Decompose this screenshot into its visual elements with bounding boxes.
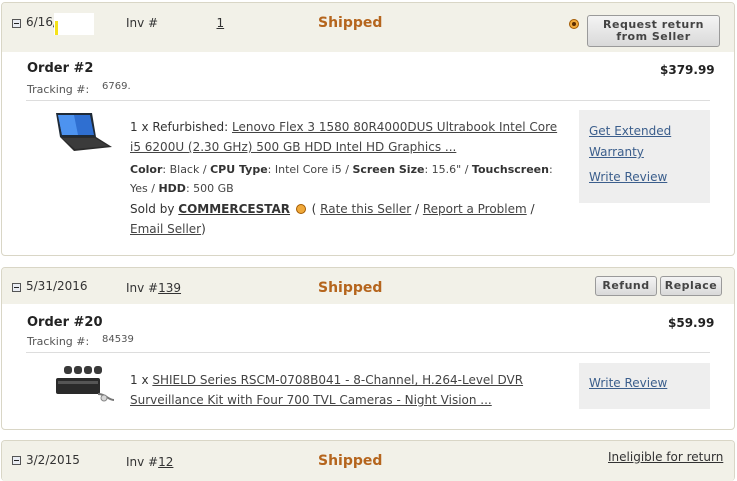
order-number: Order #2	[27, 61, 93, 76]
write-review-link[interactable]: Write Review	[589, 376, 667, 390]
order-number: Order #20	[27, 315, 103, 330]
status-shipped: Shipped	[318, 280, 383, 296]
order-date: 5/31/2016	[26, 279, 88, 293]
invoice-number-link[interactable]: 139	[158, 281, 181, 295]
invoice-prefix: Inv #	[126, 16, 159, 30]
laptop-icon	[56, 113, 112, 151]
tracking-number[interactable]: 6769.	[102, 81, 131, 92]
order-date: 3/2/2015	[26, 453, 80, 467]
item-quantity: 1 x	[130, 373, 153, 387]
divider	[26, 352, 710, 353]
email-seller-link[interactable]: Email Seller	[130, 222, 201, 236]
invoice-label: Inv #1	[126, 16, 224, 30]
invoice-label: Inv #139	[126, 281, 181, 295]
order-card: 6/16/ Inv #1 Shipped Request return from…	[1, 2, 735, 256]
item-specs: Color: Black / CPU Type: Intel Core i5 /…	[130, 163, 553, 195]
invoice-number-link[interactable]: 12	[158, 455, 173, 469]
replace-label: Replace	[664, 279, 718, 292]
tracking-label: Tracking #:	[27, 83, 90, 96]
seller-rating-icon	[295, 204, 306, 214]
rate-seller-link[interactable]: Rate this Seller	[320, 202, 411, 216]
seller-link[interactable]: COMMERCESTAR	[178, 202, 290, 216]
product-image-surveillance-kit[interactable]	[54, 364, 116, 404]
product-image-laptop[interactable]	[52, 111, 114, 155]
collapse-toggle-icon[interactable]	[12, 283, 21, 292]
status-shipped: Shipped	[318, 15, 383, 31]
order-card: 5/31/2016 Inv #139 Shipped Refund Replac…	[1, 267, 735, 430]
item-quantity: 1 x	[130, 120, 153, 134]
order-number-value: 2	[84, 61, 94, 76]
date-redaction	[54, 13, 94, 35]
spec-key: HDD	[158, 182, 186, 195]
item-title-link[interactable]: SHIELD Series RSCM-0708B041 - 8-Channel,…	[130, 373, 523, 407]
tracking-number[interactable]: 84539	[102, 334, 134, 345]
order-price: $59.99	[668, 316, 715, 330]
order-card: 3/2/2015 Inv #12 Shipped Ineligible for …	[1, 440, 735, 481]
item-condition: Refurbished:	[152, 120, 232, 134]
invoice-label: Inv #12	[126, 455, 173, 469]
spec-value: 500 GB	[193, 182, 234, 195]
collapse-toggle-icon[interactable]	[12, 456, 21, 465]
divider	[26, 100, 710, 101]
spec-value: Yes	[130, 182, 148, 195]
order-label: Order #	[27, 315, 85, 330]
order-price: $379.99	[660, 63, 715, 77]
spec-value: Intel Core i5	[274, 163, 342, 176]
status-shipped: Shipped	[318, 453, 383, 469]
order-label: Order #	[27, 61, 85, 76]
request-return-label: Request return from Seller	[603, 18, 704, 43]
spec-key: CPU Type	[210, 163, 268, 176]
seller-line: Sold by COMMERCESTAR ( Rate this Seller …	[130, 202, 535, 236]
spec-key: Touchscreen	[471, 163, 549, 176]
seller-badge-icon	[569, 19, 579, 29]
invoice-prefix: Inv #	[126, 281, 159, 295]
invoice-number-link[interactable]: 1	[158, 16, 224, 30]
redaction-mark-icon	[55, 21, 58, 35]
order-date: 6/16/	[26, 15, 57, 29]
extended-warranty-link[interactable]: Get Extended Warranty	[589, 121, 689, 163]
report-problem-link[interactable]: Report a Problem	[423, 202, 527, 216]
invoice-prefix: Inv #	[126, 455, 159, 469]
spec-value: 15.6"	[431, 163, 462, 176]
refund-label: Refund	[602, 279, 650, 292]
sold-by-label: Sold by	[130, 202, 179, 216]
write-review-link[interactable]: Write Review	[589, 170, 667, 184]
ineligible-for-return-link[interactable]: Ineligible for return	[608, 450, 723, 464]
collapse-toggle-icon[interactable]	[12, 19, 21, 28]
tracking-label: Tracking #:	[27, 335, 90, 348]
spec-key: Color	[130, 163, 163, 176]
spec-value: Black	[169, 163, 200, 176]
spec-key: Screen Size	[352, 163, 425, 176]
item-description: 1 x Refurbished: Lenovo Flex 3 1580 80R4…	[130, 117, 570, 157]
refund-button[interactable]: Refund	[595, 276, 657, 296]
request-return-button[interactable]: Request return from Seller	[587, 15, 720, 47]
camera-kit-icon	[56, 366, 115, 402]
replace-button[interactable]: Replace	[660, 276, 722, 296]
order-number-value: 20	[84, 315, 103, 330]
item-description: 1 x SHIELD Series RSCM-0708B041 - 8-Chan…	[130, 370, 550, 410]
